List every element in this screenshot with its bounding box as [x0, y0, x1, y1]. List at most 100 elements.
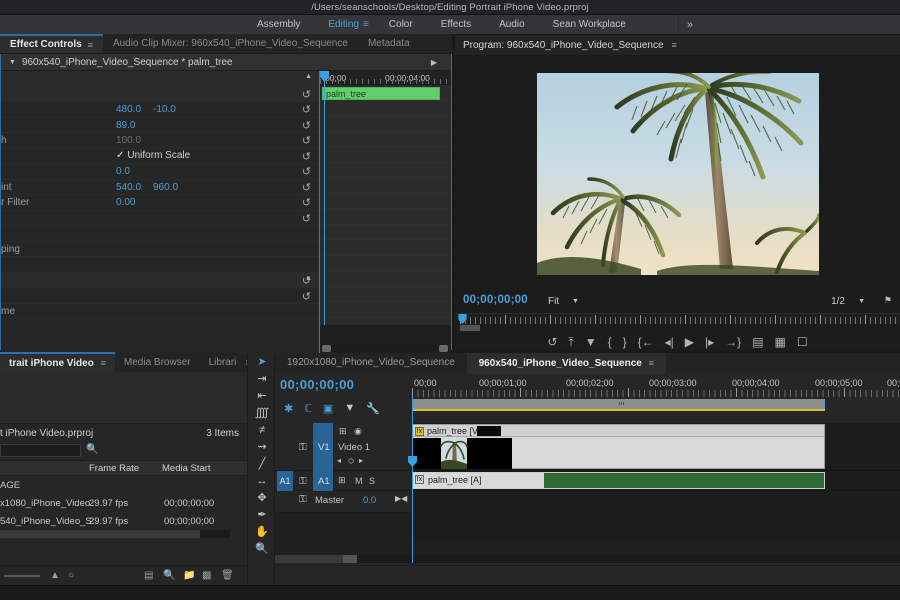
project-horizontal-scrollbar[interactable] [0, 530, 230, 538]
play-effect-icon[interactable]: ▶ [431, 58, 437, 67]
tab-media-browser[interactable]: Media Browser [115, 353, 200, 372]
workspace-tab-assembly[interactable]: Assembly [243, 15, 314, 35]
audio-clip-palm-tree[interactable]: fx palm_tree [A] [412, 472, 825, 489]
ripple-edit-tool[interactable]: ⨌ [248, 404, 276, 421]
play-stop-button[interactable]: ▶ [685, 336, 694, 348]
position-x-value[interactable]: 480.0 [116, 104, 141, 115]
track-v1-sync-lock-icon[interactable]: ⊞ [339, 426, 347, 437]
ec-clip-bar[interactable]: palm_tree [322, 87, 440, 100]
tab-sequence-1920x1080[interactable]: 1920x1080_iPhone_Video_Sequence [275, 353, 467, 373]
ec-row-antiflicker-filter[interactable]: r Filter 0.00 [1, 195, 319, 211]
timeline-settings-icon[interactable]: 🔧 [366, 402, 380, 415]
track-v1-lock-icon[interactable]: ⚿ [299, 442, 307, 453]
mark-out-button[interactable]: } [623, 336, 627, 348]
keyframe-prev-icon[interactable]: ◂ [337, 456, 341, 465]
reset-scale-icon[interactable]: ↺ [302, 119, 311, 132]
marker-button[interactable]: ▼ [585, 336, 597, 348]
ec-row-scale-width[interactable]: h 100.0 [1, 133, 319, 149]
ec-row-time-remapping[interactable]: ping [1, 242, 319, 257]
linked-selection-icon[interactable]: ℂ [304, 402, 312, 415]
program-playhead-icon[interactable] [458, 314, 467, 324]
safe-margins-button[interactable]: ☐ [797, 336, 808, 348]
rolling-edit-tool[interactable]: ≠ [248, 421, 276, 438]
pen-tool[interactable]: ✒ [248, 506, 276, 523]
ec-row-audio-effects[interactable] [1, 288, 319, 304]
snap-icon[interactable]: ✱ [284, 402, 293, 415]
tab-project[interactable]: trait iPhone Video ≡ [0, 352, 115, 373]
slide-tool[interactable]: ✥ [248, 489, 276, 506]
ec-timeline-ruler[interactable]: 00;00 00;00;04;00 [320, 71, 451, 85]
project-search-input[interactable] [0, 444, 81, 457]
new-bin-icon[interactable]: 📁 [183, 570, 195, 581]
antiflicker-filter-value[interactable]: 0.00 [116, 197, 135, 208]
tab-libraries[interactable]: Librari [200, 353, 246, 372]
table-row[interactable]: x1080_iPhone_Video 29.97 fps 00;00;00;00 [0, 495, 247, 513]
video-clip-palm-tree[interactable]: fx palm_tree [V] [412, 424, 825, 469]
playback-resolution-dropdown-icon[interactable]: ▼ [858, 298, 865, 305]
program-monitor-ruler[interactable] [455, 313, 900, 325]
reset-scale-width-icon[interactable]: ↺ [302, 134, 311, 147]
reset-rotation-icon[interactable]: ↺ [302, 165, 311, 178]
workspace-tab-audio[interactable]: Audio [485, 15, 539, 35]
marker-icon[interactable]: ▼ [344, 402, 355, 414]
reset-opacity-icon[interactable]: ↺ [302, 212, 311, 225]
rate-stretch-tool[interactable]: ⇝ [248, 438, 276, 455]
column-header-media-start[interactable]: Media Start [162, 463, 211, 474]
track-header-master[interactable]: ⚿ Master 0.0 ▶◀ [275, 491, 412, 513]
ec-row-audio-header[interactable]: ▲ [1, 272, 319, 288]
keyframe-add-icon[interactable]: ◇ [348, 456, 354, 465]
add-marker-button[interactable]: ↺ [547, 336, 557, 348]
new-item-icon[interactable]: ▩ [202, 570, 211, 581]
step-back-button[interactable]: ◂| [665, 336, 674, 348]
ec-row-rotation[interactable]: 0.0 [1, 164, 319, 180]
settings-wrench-icon[interactable]: ⚑ [884, 295, 892, 306]
track-select-forward-tool[interactable]: ⇥ [248, 370, 276, 387]
timeline-ruler[interactable]: 00;00 00;00;01;00 00;00;02;00 00;00;03;0… [275, 377, 900, 399]
razor-tool[interactable]: ╱ [248, 455, 276, 472]
program-duration-bar[interactable] [460, 325, 480, 331]
master-meter-icon[interactable]: ▶◀ [395, 494, 407, 503]
ec-row-scale[interactable]: 89.0 [1, 118, 319, 133]
reset-audio-effects-icon[interactable]: ↺ [302, 274, 311, 287]
rotation-value[interactable]: 0.0 [116, 166, 130, 177]
timeline-playhead-icon[interactable] [408, 456, 417, 467]
ec-row-position[interactable]: 480.0 -10.0 [1, 102, 319, 118]
track-a1-sync-lock-icon[interactable]: ⊞ [338, 475, 346, 486]
timeline-burger-icon[interactable]: ≡ [649, 358, 654, 368]
ec-row-video-header[interactable]: ▲ [1, 71, 319, 87]
workspace-overflow-icon[interactable]: » [677, 14, 701, 35]
tab-metadata[interactable]: Metadata [358, 34, 420, 53]
add-marker-icon[interactable]: ▣ [323, 402, 333, 415]
disclosure-triangle-icon[interactable]: ▼ [9, 59, 16, 66]
tab-effect-controls[interactable]: Effect Controls ≡ [0, 34, 103, 53]
track-select-backward-tool[interactable]: ⇤ [248, 387, 276, 404]
refresh-icon[interactable]: ○ [68, 570, 74, 581]
tab-audio-clip-mixer[interactable]: Audio Clip Mixer: 960x540_iPhone_Video_S… [103, 34, 358, 53]
anchor-point-y-value[interactable]: 960.0 [153, 182, 178, 193]
zoom-level-dropdown-icon[interactable]: ▼ [572, 298, 579, 305]
project-zoom-slider[interactable] [4, 575, 40, 577]
step-forward-button[interactable]: |▸ [705, 336, 714, 348]
hand-tool[interactable]: ✋ [248, 523, 276, 540]
track-a1-solo-button[interactable]: S [369, 476, 375, 486]
automate-to-sequence-icon[interactable]: ▲ [50, 570, 60, 581]
reset-volume-icon[interactable]: ↺ [302, 290, 311, 303]
ec-row-motion-header[interactable] [1, 86, 319, 102]
reset-anchor-point-icon[interactable]: ↺ [302, 181, 311, 194]
tab-effect-controls-burger-icon[interactable]: ≡ [88, 40, 93, 50]
playback-resolution-value[interactable]: 1/2 [831, 296, 845, 307]
slip-tool[interactable]: ↔ [248, 472, 276, 489]
empty-track-area[interactable] [412, 491, 900, 541]
search-icon[interactable]: 🔍 [163, 570, 175, 581]
master-volume-value[interactable]: 0.0 [363, 495, 376, 506]
anchor-point-x-value[interactable]: 540.0 [116, 182, 141, 193]
program-monitor-timecode[interactable]: 00;00;00;00 [463, 294, 528, 306]
list-view-icon[interactable]: ▤ [144, 570, 153, 581]
work-area-bar[interactable] [412, 399, 825, 409]
find-icon[interactable]: 🔍 [86, 444, 98, 455]
workspace-tab-color[interactable]: Color [375, 15, 427, 35]
track-header-v1[interactable]: ⚿ V1 Video 1 ⊞ ◉ ◂ ◇ ▸ [275, 423, 412, 471]
uniform-scale-checkbox[interactable]: ✓ Uniform Scale [116, 150, 190, 161]
ec-row-opacity-header[interactable] [1, 211, 319, 226]
selection-tool[interactable]: ➤ [248, 353, 276, 370]
